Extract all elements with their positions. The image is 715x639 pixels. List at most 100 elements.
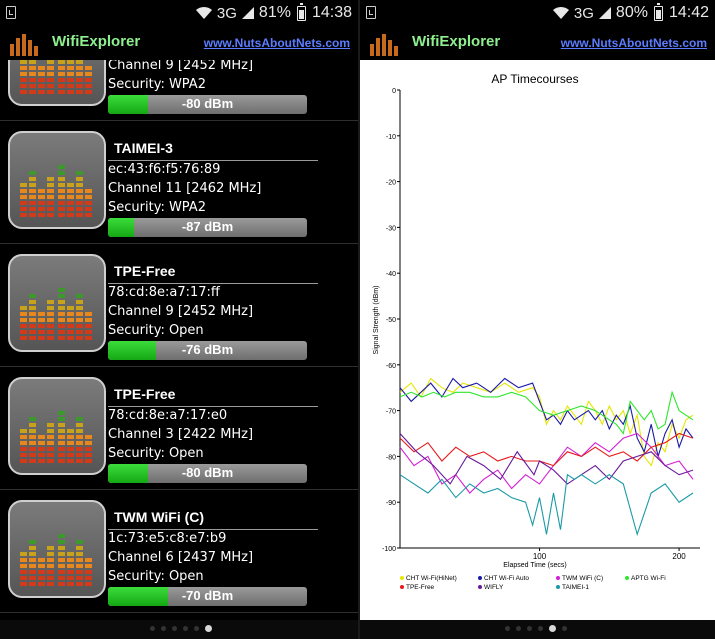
ap-security: Security: WPA2	[108, 200, 206, 215]
y-tick-label: 0	[392, 88, 396, 95]
website-link[interactable]: www.NutsAboutNets.com	[561, 36, 707, 50]
ap-mac: 78:cd:8e:a7:17:e0	[108, 408, 228, 423]
y-tick-label: -40	[386, 271, 396, 278]
ssid-underline	[108, 160, 318, 161]
series-line-3	[399, 390, 694, 435]
status-bar: 3G 81% 14:38	[0, 0, 358, 26]
legend-label: APTG Wi-Fi	[631, 575, 666, 582]
right-screen: 3G 80% 14:42 WifiExplorer www.NutsAboutN…	[360, 0, 715, 639]
ap-list-item[interactable]: TAIMEI-3 ec:43:f6:f5:76:89 Channel 11 [246…	[0, 121, 358, 244]
battery-icon	[296, 2, 306, 21]
status-right: 3G 80% 14:42	[552, 2, 709, 23]
signal-value: -70 dBm	[181, 588, 234, 603]
legend-marker	[478, 576, 482, 580]
legend-marker	[556, 585, 560, 589]
battery-percent: 81%	[258, 4, 291, 21]
equalizer-icon	[20, 60, 92, 94]
signal-strength-icon	[241, 7, 254, 19]
ap-ssid: TAIMEI-3	[114, 140, 173, 156]
ap-list-item[interactable]: f0:7f:06:26:b5:50Channel 9 [2452 MHz]Sec…	[0, 60, 358, 121]
clock: 14:42	[668, 4, 709, 21]
y-tick-label: -50	[386, 317, 396, 324]
ap-signal-icon	[8, 131, 106, 229]
ap-mac: 78:cd:8e:a7:17:ff	[108, 285, 220, 300]
ap-mac: 1c:73:e5:c8:e7:b9	[108, 531, 227, 546]
app-bar: WifiExplorer www.NutsAboutNets.com	[360, 26, 715, 60]
legend-marker	[556, 576, 560, 580]
ap-channel: Channel 3 [2422 MHz]	[108, 427, 254, 442]
signal-value: -80 dBm	[181, 96, 234, 111]
page-dot-active	[205, 625, 212, 632]
signal-strength-icon	[598, 7, 611, 19]
website-link[interactable]: www.NutsAboutNets.com	[204, 36, 350, 50]
ap-security: Security: Open	[108, 569, 204, 584]
page-dot	[527, 626, 532, 631]
ap-signal-icon	[8, 254, 106, 352]
page-dot	[172, 626, 177, 631]
app-logo-icon[interactable]	[9, 30, 41, 56]
legend-label: CHT Wi-Fi Auto	[484, 575, 529, 582]
legend-label: TWM WiFi (C)	[562, 575, 603, 582]
signal-meter: -80 dBm	[108, 464, 307, 483]
series-line-6	[399, 473, 694, 537]
ap-security: Security: WPA2	[108, 77, 206, 92]
ap-list[interactable]: f0:7f:06:26:b5:50Channel 9 [2452 MHz]Sec…	[0, 60, 358, 620]
app-logo-icon[interactable]	[369, 30, 401, 56]
legend-marker	[400, 576, 404, 580]
signal-value: -76 dBm	[181, 342, 234, 357]
ap-signal-icon	[8, 377, 106, 475]
y-tick-label: -70	[386, 409, 396, 416]
equalizer-icon	[20, 411, 92, 463]
ap-signal-icon	[8, 60, 106, 106]
legend-marker	[400, 585, 404, 589]
app-bar: WifiExplorer www.NutsAboutNets.com	[0, 26, 358, 60]
page-dot	[562, 626, 567, 631]
equalizer-icon	[20, 165, 92, 217]
wifi-status-icon	[552, 6, 569, 19]
y-tick-label: -100	[382, 546, 396, 553]
signal-meter: -80 dBm	[108, 95, 307, 114]
ap-channel: Channel 6 [2437 MHz]	[108, 550, 254, 565]
page-dot	[161, 626, 166, 631]
x-axis-label: Elapsed Time (secs)	[503, 562, 566, 569]
ap-security: Security: Open	[108, 446, 204, 461]
ap-list-item[interactable]: TWM WiFi (C) 1c:73:e5:c8:e7:b9 Channel 6 […	[0, 490, 358, 613]
notification-icon	[366, 6, 376, 19]
page-dot	[538, 626, 543, 631]
ap-timecourse-chart[interactable]: AP Timecourses 0 -10 -20 -30 -40 -50 -60 -70 -80 -…	[360, 60, 715, 620]
ap-channel: Channel 9 [2452 MHz]	[108, 304, 254, 319]
signal-value: -80 dBm	[181, 465, 234, 480]
ap-channel: Channel 9 [2452 MHz]	[108, 60, 254, 73]
series-line-4	[399, 432, 694, 467]
ap-list-item[interactable]: TPE-Free 78:cd:8e:a7:17:e0 Channel 3 [2422…	[0, 367, 358, 490]
legend-marker	[478, 585, 482, 589]
y-tick-label: -10	[386, 134, 396, 141]
page-indicator-bar	[360, 620, 715, 639]
page-indicator-bar	[0, 620, 358, 639]
status-right: 3G 81% 14:38	[195, 2, 352, 23]
x-tick-label: 200	[672, 552, 686, 561]
page-indicator	[505, 625, 567, 633]
legend-label: TPE-Free	[406, 584, 435, 591]
ap-ssid: TPE-Free	[114, 263, 176, 279]
y-tick-label: -90	[386, 500, 396, 507]
signal-value: -87 dBm	[181, 219, 234, 234]
y-tick-label: -80	[386, 454, 396, 461]
signal-meter: -70 dBm	[108, 587, 307, 606]
ap-security: Security: Open	[108, 323, 204, 338]
ap-list-item[interactable]: TPE-Free 78:cd:8e:a7:17:ff Channel 9 [2452…	[0, 244, 358, 367]
chart-title: AP Timecourses	[491, 72, 578, 86]
page-dot-active	[549, 625, 556, 632]
app-title: WifiExplorer	[52, 33, 141, 50]
page-dot	[183, 626, 188, 631]
battery-percent: 80%	[615, 4, 648, 21]
ssid-underline	[108, 283, 318, 284]
ap-channel: Channel 11 [2462 MHz]	[108, 181, 262, 196]
equalizer-icon	[20, 534, 92, 586]
y-tick-label: -60	[386, 363, 396, 370]
network-type: 3G	[216, 4, 237, 22]
legend-label: TAIMEI-1	[562, 584, 589, 591]
ap-signal-icon	[8, 500, 106, 598]
network-type: 3G	[573, 4, 594, 22]
ssid-underline	[108, 406, 318, 407]
